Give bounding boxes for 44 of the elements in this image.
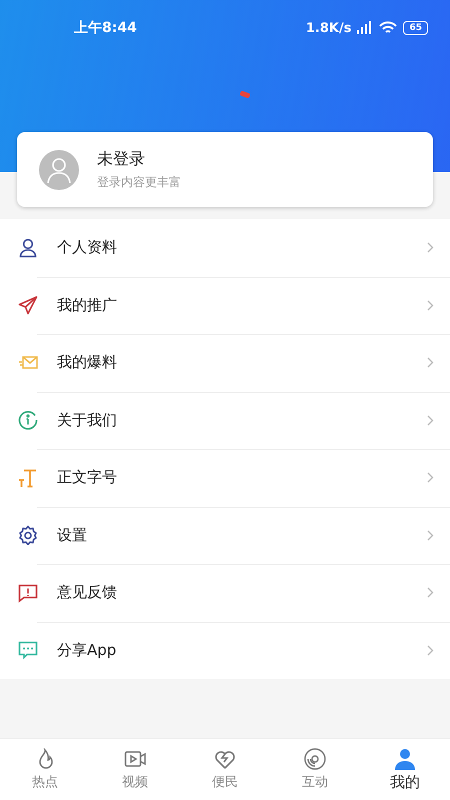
tab-item[interactable]: 便民 [180, 739, 270, 800]
chevron-icon [428, 358, 434, 368]
feedback-icon [18, 584, 38, 602]
login-hint: 登录内容更丰富 [97, 174, 181, 190]
menu-item[interactable]: 我的爆料 [0, 334, 450, 392]
chevron-icon [428, 415, 434, 426]
login-status: 未登录 [97, 148, 146, 170]
font-size-icon [18, 469, 37, 488]
video-icon [124, 751, 146, 767]
menu-item[interactable]: 我的推广 [0, 276, 450, 334]
avatar-icon [39, 150, 79, 190]
chevron-icon [428, 530, 434, 540]
tab-item[interactable]: 视频 [90, 739, 180, 800]
menu-item[interactable]: 个人资料 [0, 219, 450, 276]
network-speed: 1.8K/s [306, 20, 352, 36]
chevron-icon [428, 242, 434, 253]
profile-card[interactable]: 未登录 登录内容更丰富 [17, 132, 433, 207]
signal-icon [357, 21, 372, 34]
info-icon [18, 411, 38, 430]
menu-item[interactable]: 正文字号 [0, 449, 450, 506]
confetti-icon [239, 90, 251, 99]
chevron-icon [428, 645, 434, 656]
status-time: 上午8:44 [74, 19, 137, 37]
chevron-icon [428, 588, 434, 598]
heart-icon [215, 751, 235, 769]
settings-icon [19, 526, 37, 546]
chevron-icon [428, 472, 434, 483]
menu-item[interactable]: 设置 [0, 506, 450, 564]
user-icon [395, 748, 415, 770]
wifi-icon [379, 22, 398, 33]
flame-icon [39, 749, 53, 769]
tab-item[interactable]: 热点 [0, 739, 90, 800]
menu-item[interactable]: 分享App [0, 622, 450, 679]
tab-item[interactable]: 我的 [360, 739, 450, 800]
envelope-icon [18, 356, 38, 368]
menu-item[interactable]: 意见反馈 [0, 564, 450, 622]
person-icon [20, 238, 36, 258]
disc-icon [304, 748, 326, 770]
menu-item[interactable]: 关于我们 [0, 392, 450, 449]
chevron-icon [428, 300, 434, 310]
paper-plane-icon [18, 296, 38, 315]
tab-item[interactable]: 互动 [270, 739, 360, 800]
battery-level: 65 [403, 21, 428, 35]
chat-icon [18, 642, 38, 660]
